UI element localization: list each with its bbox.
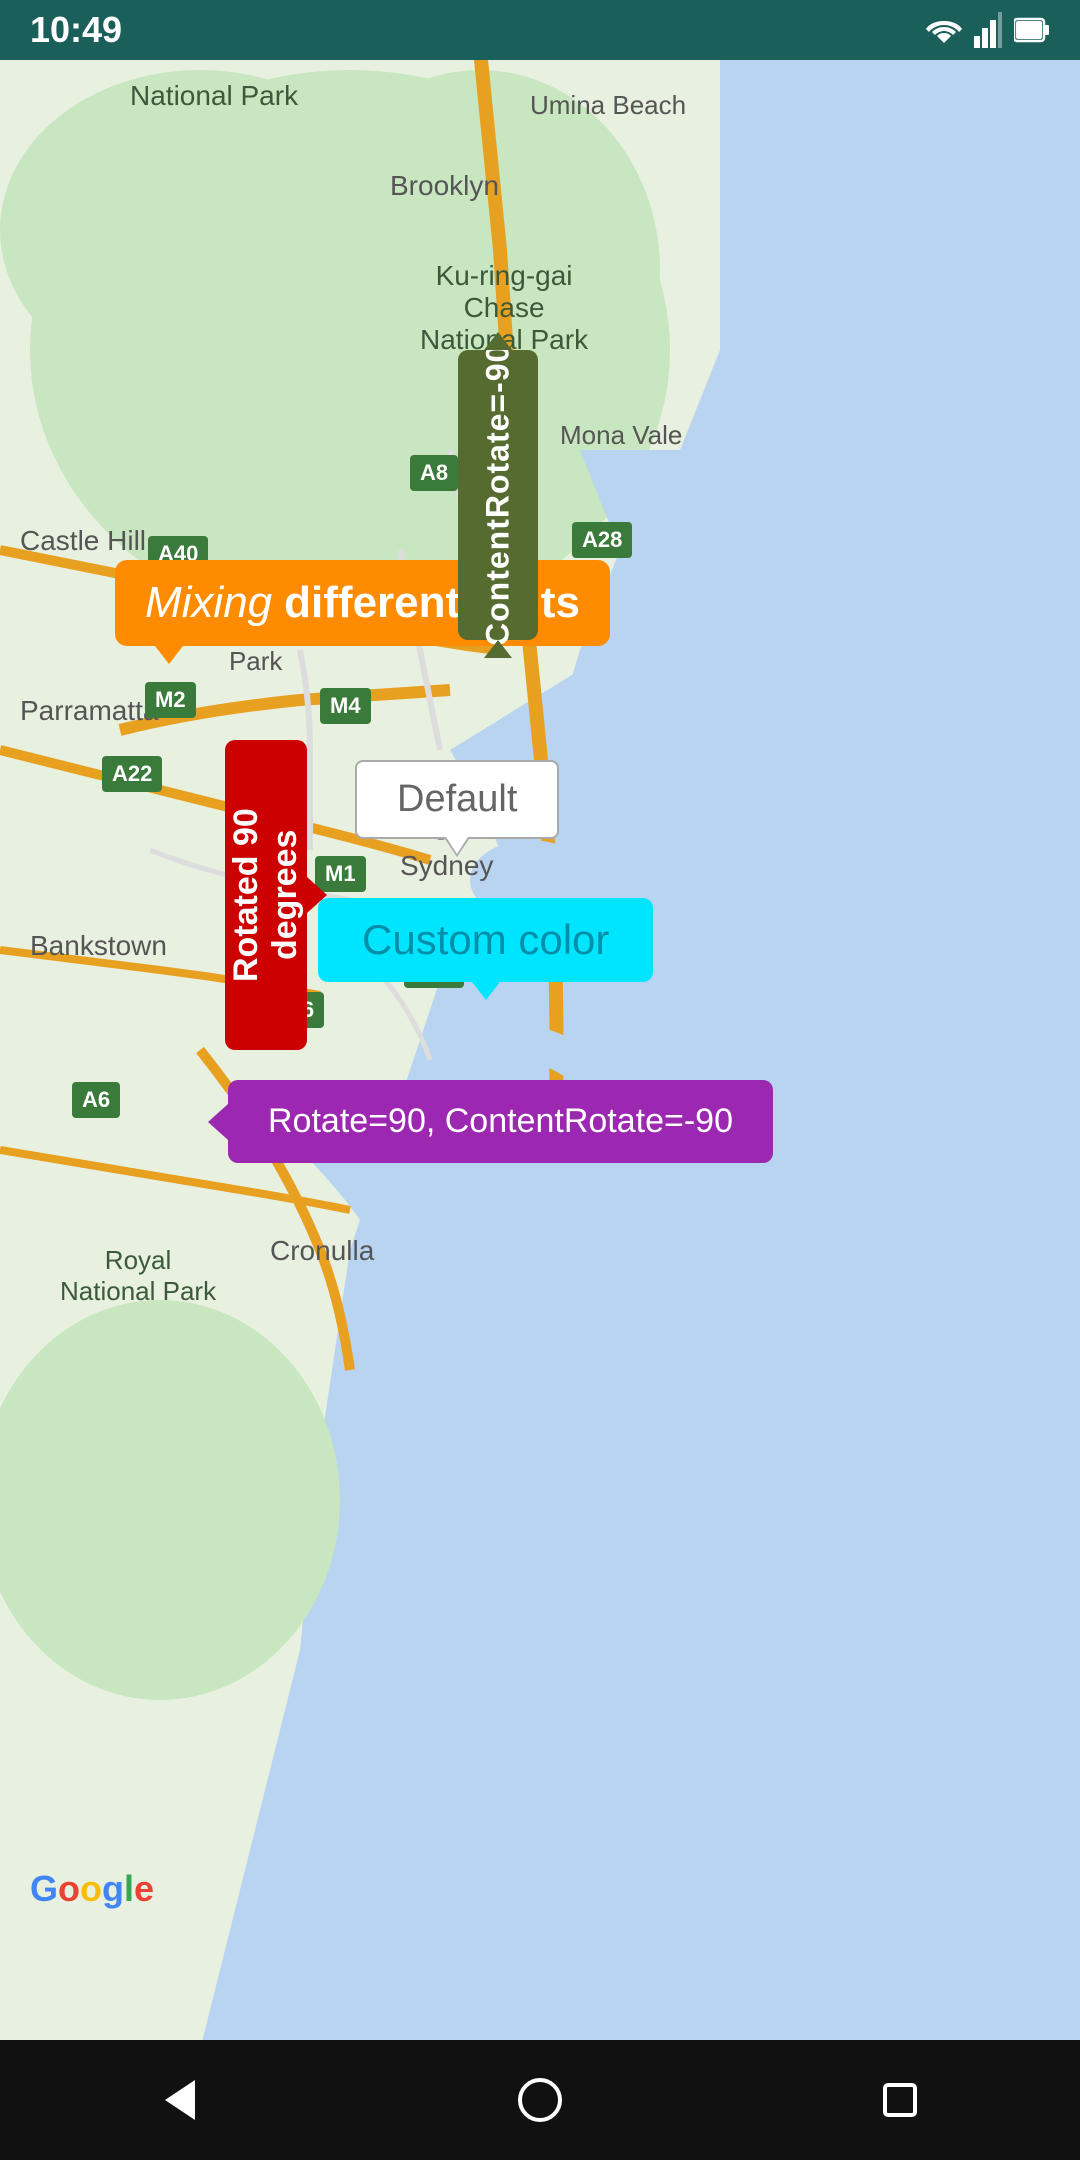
custom-color-text: Custom color: [362, 916, 609, 964]
rotated-90-text: Rotated 90 degrees: [227, 740, 305, 1050]
google-e: e: [134, 1868, 154, 1909]
content-rotate-bubble[interactable]: ContentRotate=-90: [458, 350, 538, 640]
signal-icon: [974, 12, 1002, 48]
home-icon: [515, 2075, 565, 2125]
recent-button[interactable]: [860, 2060, 940, 2140]
default-bubble[interactable]: Default: [355, 760, 559, 839]
status-icons: [926, 12, 1050, 48]
rotated-90-bubble[interactable]: Rotated 90 degrees: [225, 740, 307, 1050]
home-button[interactable]: [500, 2060, 580, 2140]
rotate90-content-rotate-bubble[interactable]: Rotate=90, ContentRotate=-90: [228, 1080, 773, 1163]
nav-bar: [0, 2040, 1080, 2160]
google-logo: Google: [30, 1868, 154, 1910]
map-container[interactable]: National Park Umina Beach Brooklyn Ku-ri…: [0, 60, 1080, 2040]
google-g2: g: [102, 1868, 124, 1909]
rotate90-content-rotate-text: Rotate=90, ContentRotate=-90: [268, 1102, 733, 1141]
google-g: G: [30, 1868, 58, 1909]
google-o2: o: [80, 1868, 102, 1909]
google-l: l: [124, 1868, 134, 1909]
battery-icon: [1014, 15, 1050, 45]
google-o1: o: [58, 1868, 80, 1909]
custom-color-bubble[interactable]: Custom color: [318, 898, 653, 982]
back-button[interactable]: [140, 2060, 220, 2140]
mixing-italic-text: Mixing: [145, 578, 272, 628]
map-svg: [0, 60, 1080, 2040]
back-icon: [155, 2075, 205, 2125]
status-bar: 10:49: [0, 0, 1080, 60]
default-text: Default: [397, 778, 517, 821]
wifi-icon: [926, 15, 962, 45]
content-rotate-text: ContentRotate=-90: [480, 344, 517, 646]
recent-icon: [875, 2075, 925, 2125]
status-time: 10:49: [30, 9, 122, 51]
